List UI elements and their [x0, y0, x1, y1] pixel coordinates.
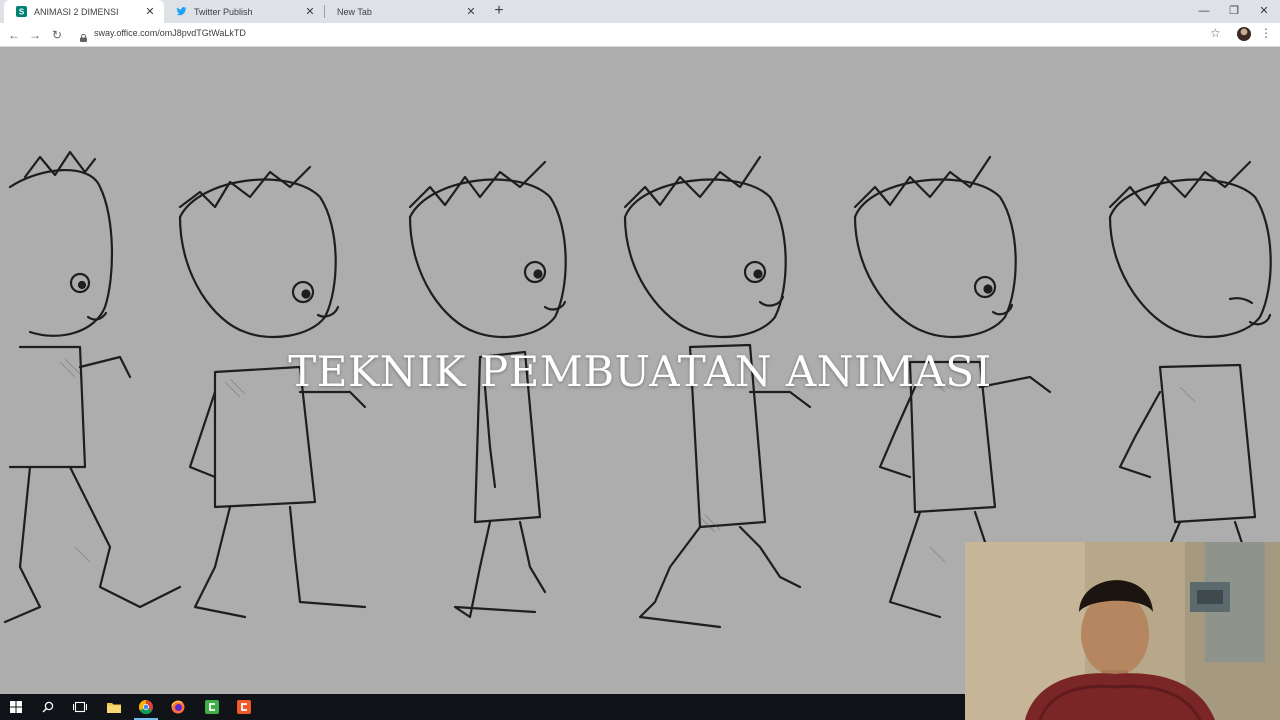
- bookmark-star-icon[interactable]: ☆: [1210, 26, 1221, 40]
- file-explorer-icon[interactable]: [98, 694, 130, 720]
- task-view-icon[interactable]: [64, 694, 96, 720]
- tab-label: ANIMASI 2 DIMENSI: [34, 6, 119, 17]
- firefox-icon[interactable]: [162, 694, 194, 720]
- presenter-video: [965, 542, 1280, 720]
- forward-button[interactable]: →: [27, 27, 43, 43]
- browser-menu-icon[interactable]: ⋮: [1260, 26, 1272, 40]
- tab-new-tab[interactable]: New Tab ✕: [325, 0, 485, 23]
- tab-animasi[interactable]: S ANIMASI 2 DIMENSI ✕: [4, 0, 164, 23]
- new-tab-button[interactable]: +: [490, 2, 508, 20]
- slide-title: TEKNIK PEMBUATAN ANIMASI: [288, 347, 992, 396]
- sway-icon: S: [16, 6, 27, 17]
- twitter-icon: [176, 6, 187, 17]
- search-icon[interactable]: [32, 694, 64, 720]
- close-tab-icon[interactable]: ✕: [304, 6, 316, 18]
- tab-strip: S ANIMASI 2 DIMENSI ✕ Twitter Publish ✕ …: [0, 0, 1280, 23]
- webcam-feed: [965, 542, 1280, 720]
- tab-twitter[interactable]: Twitter Publish ✕: [164, 0, 324, 23]
- back-button[interactable]: ←: [6, 27, 22, 43]
- close-tab-icon[interactable]: ✕: [144, 6, 156, 18]
- url-text: sway.office.com/omJ8pvdTGtWaLkTD: [94, 28, 246, 38]
- svg-text:S: S: [19, 8, 25, 17]
- close-tab-icon[interactable]: ✕: [465, 6, 477, 18]
- minimize-button[interactable]: —: [1189, 0, 1219, 23]
- windows-taskbar: [0, 694, 965, 720]
- address-bar[interactable]: sway.office.com/omJ8pvdTGtWaLkTD ☆: [74, 25, 1234, 44]
- tab-label: Twitter Publish: [194, 6, 253, 17]
- browser-toolbar: ← → ↻ sway.office.com/omJ8pvdTGtWaLkTD ☆…: [0, 23, 1280, 47]
- reload-button[interactable]: ↻: [49, 27, 65, 43]
- restore-button[interactable]: ❐: [1219, 0, 1249, 23]
- camtasia-recorder-icon[interactable]: [228, 694, 260, 720]
- close-window-button[interactable]: ✕: [1249, 0, 1279, 23]
- camtasia-icon[interactable]: [196, 694, 228, 720]
- chrome-icon[interactable]: [130, 694, 162, 720]
- windows-start-icon[interactable]: [0, 694, 32, 720]
- lock-icon: [80, 29, 87, 42]
- profile-avatar[interactable]: [1237, 27, 1251, 41]
- tab-label: New Tab: [337, 6, 372, 17]
